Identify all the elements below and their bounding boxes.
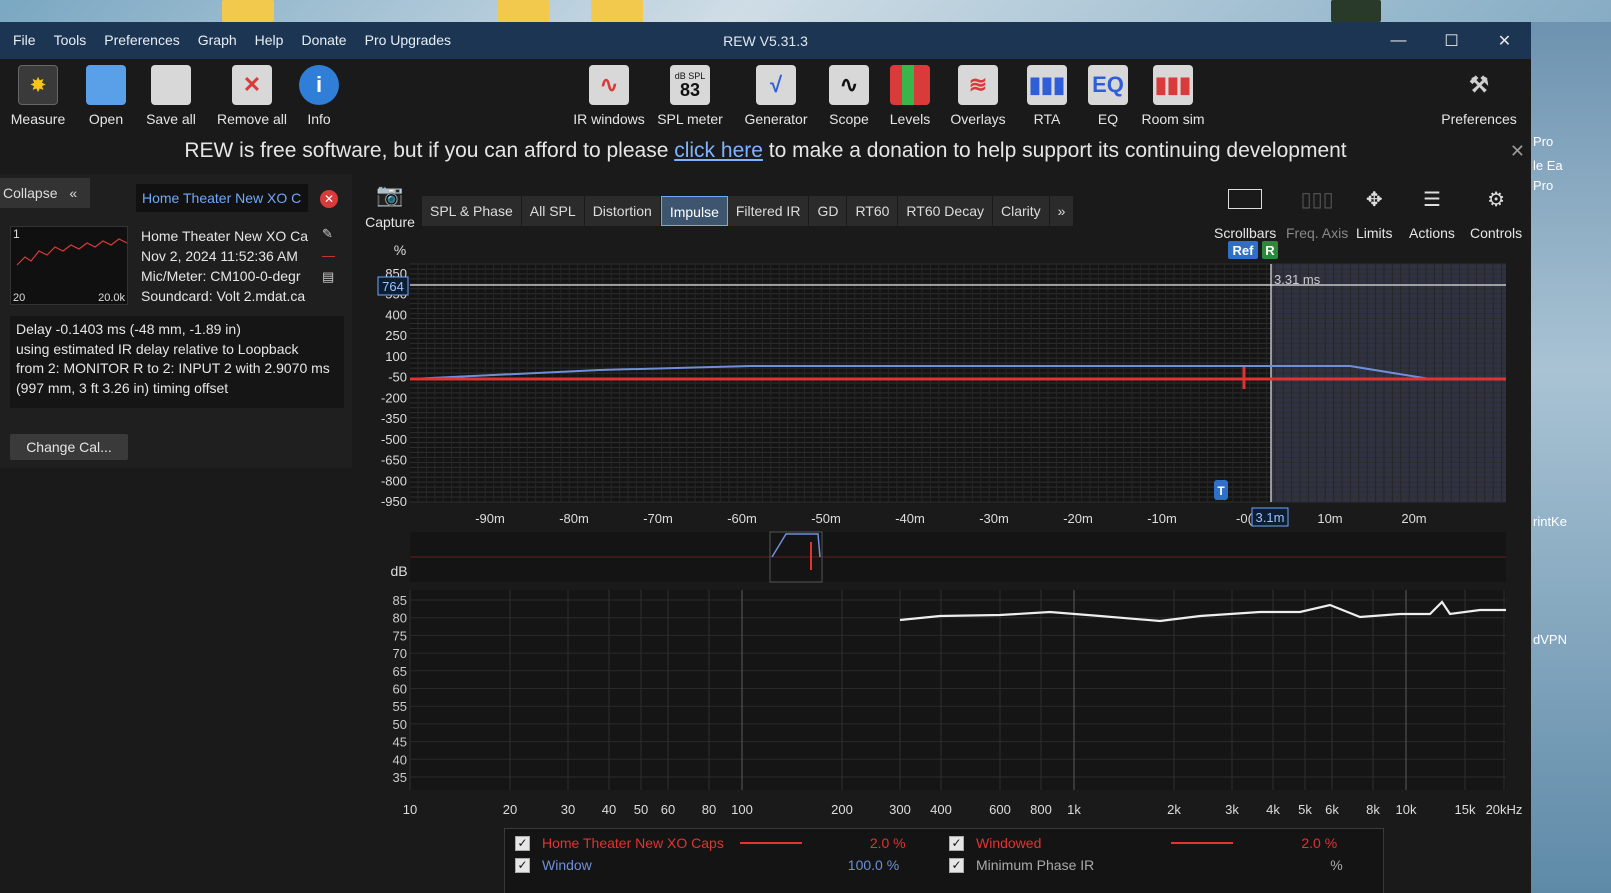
freq-y-tick: 45 [393, 735, 407, 750]
legend-line-swatch [739, 842, 802, 844]
freq-x-tick: 4k [1266, 802, 1280, 817]
desktop-label: Pro [1533, 134, 1554, 149]
impulse-x-tick: 10m [1317, 511, 1342, 526]
legend-row-measurement[interactable]: ✓ Home Theater New XO Caps 2.0 % [515, 835, 906, 851]
legend-row-min-phase[interactable]: ✓ Minimum Phase IR % [949, 857, 1343, 873]
freq-x-tick: 2k [1167, 802, 1181, 817]
freq-x-tick: 80 [702, 802, 716, 817]
freq-x-tick: 8k [1366, 802, 1380, 817]
impulse-x-tick: -20m [1063, 511, 1093, 526]
impulse-y-tick: 250 [385, 328, 407, 343]
impulse-y-tick: -950 [381, 494, 407, 509]
freq-x-tick: 100 [731, 802, 753, 817]
desktop-label: dVPN [1533, 632, 1567, 647]
impulse-y-tick: -50 [388, 370, 407, 385]
graphs-area: 850550400250100-50-200-350-500-650-800-9… [377, 241, 1523, 817]
freq-x-tick: 50 [634, 802, 648, 817]
desktop-label: rintKe [1533, 514, 1567, 529]
freq-y-tick: 50 [393, 717, 407, 732]
freq-y-tick: 55 [393, 699, 407, 714]
freq-plot-bg [410, 590, 1506, 790]
impulse-y-tick: -200 [381, 390, 407, 405]
freq-y-tick: 35 [393, 770, 407, 785]
freq-y-tick: 75 [393, 628, 407, 643]
impulse-y-tick: -650 [381, 453, 407, 468]
freq-y-tick: 85 [393, 593, 407, 608]
desktop-file-icon[interactable] [222, 0, 274, 22]
x-cursor-value: 3.1m [1256, 510, 1285, 525]
freq-x-tick: 1k [1067, 802, 1081, 817]
freq-x-tick: 400 [930, 802, 952, 817]
desktop-file-icon[interactable] [497, 0, 549, 22]
impulse-y-tick: 400 [385, 307, 407, 322]
freq-x-tick: 30 [561, 802, 575, 817]
impulse-y-unit: % [394, 242, 406, 258]
freq-x-tick: 20 [503, 802, 517, 817]
y-cursor-value: 764 [382, 279, 404, 294]
legend-checkbox[interactable]: ✓ [949, 835, 964, 851]
freq-y-tick: 40 [393, 752, 407, 767]
freq-x-tick: 300 [889, 802, 911, 817]
freq-x-tick: 6k [1325, 802, 1339, 817]
impulse-x-tick: -90m [475, 511, 505, 526]
desktop-label: le Ea [1533, 158, 1563, 173]
freq-x-tick: 200 [831, 802, 853, 817]
impulse-x-tick: -60m [727, 511, 757, 526]
freq-y-tick: 80 [393, 611, 407, 626]
legend-row-window[interactable]: ✓ Window 100.0 % [515, 857, 899, 873]
desktop-file-icon[interactable] [591, 0, 643, 22]
legend-line-swatch [1171, 842, 1234, 844]
impulse-y-tick: -800 [381, 473, 407, 488]
freq-y-tick: 65 [393, 664, 407, 679]
rew-window: File Tools Preferences Graph Help Donate… [0, 22, 1531, 893]
impulse-x-tick: -50m [811, 511, 841, 526]
freq-x-tick: 15k [1455, 802, 1476, 817]
impulse-y-tick: -500 [381, 432, 407, 447]
freq-x-tick: 5k [1298, 802, 1312, 817]
freq-x-tick: 10 [403, 802, 417, 817]
freq-x-tick: 20kHz [1486, 802, 1523, 817]
freq-y-tick: 70 [393, 646, 407, 661]
legend-row-windowed[interactable]: ✓ Windowed 2.0 % [949, 835, 1337, 851]
legend-checkbox[interactable]: ✓ [949, 857, 964, 873]
impulse-x-tick: -30m [979, 511, 1009, 526]
impulse-x-tick: -10m [1147, 511, 1177, 526]
r-marker: R [1265, 243, 1275, 258]
legend-checkbox[interactable]: ✓ [515, 857, 530, 873]
impulse-x-tick: -70m [643, 511, 673, 526]
impulse-x-tick: -40m [895, 511, 925, 526]
impulse-x-tick: -80m [559, 511, 589, 526]
impulse-y-tick: -350 [381, 411, 407, 426]
freq-x-tick: 3k [1225, 802, 1239, 817]
impulse-y-tick: 100 [385, 349, 407, 364]
cursor-readout: 3.31 ms [1274, 272, 1321, 287]
freq-x-tick: 600 [989, 802, 1011, 817]
freq-x-tick: 800 [1030, 802, 1052, 817]
freq-y-unit: dB [390, 563, 407, 579]
legend-panel: ✓ Home Theater New XO Caps 2.0 % ✓ Windo… [504, 828, 1384, 893]
desktop-right-strip: Pro le Ea Pro rintKe dVPN [1531, 22, 1611, 893]
freq-x-tick: 40 [602, 802, 616, 817]
t-marker: T [1217, 484, 1225, 498]
freq-x-tick: 10k [1396, 802, 1417, 817]
impulse-x-tick: -0( [1236, 511, 1253, 526]
desktop-label: Pro [1533, 178, 1554, 193]
ref-marker: Ref [1233, 243, 1255, 258]
legend-checkbox[interactable]: ✓ [515, 835, 530, 851]
freq-x-tick: 60 [661, 802, 675, 817]
impulse-x-tick: 20m [1401, 511, 1426, 526]
freq-y-tick: 60 [393, 682, 407, 697]
desktop-file-icon[interactable] [1331, 0, 1381, 22]
